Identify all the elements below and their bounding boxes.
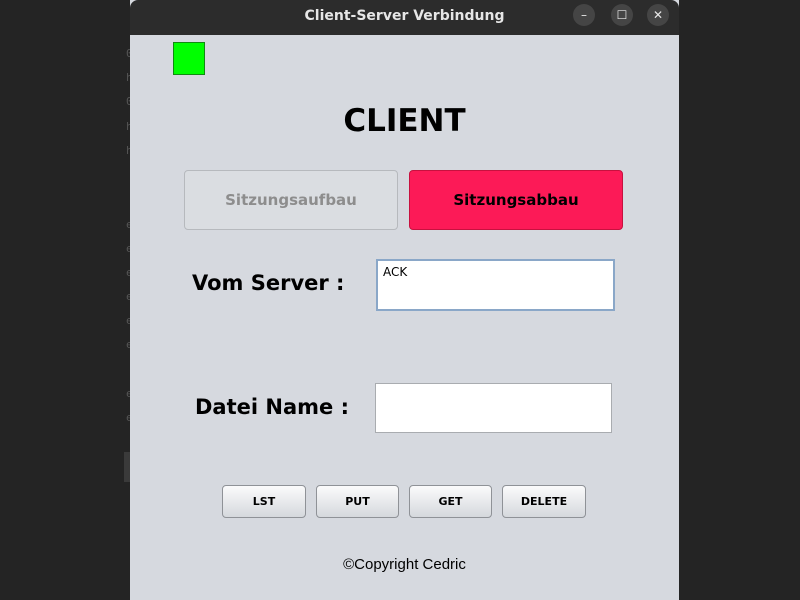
page-title: CLIENT (343, 103, 466, 139)
window-title: Client-Server Verbindung (304, 8, 505, 24)
lst-button[interactable]: LST (222, 485, 306, 518)
file-name-input[interactable] (375, 383, 612, 433)
connect-session-button[interactable]: Sitzungsaufbau (184, 170, 398, 230)
server-response-field[interactable]: ACK (376, 259, 615, 311)
delete-button[interactable]: DELETE (502, 485, 586, 518)
title-bar[interactable]: Client-Server Verbindung – ☐ ✕ (130, 0, 679, 35)
client-window: Client-Server Verbindung – ☐ ✕ CLIENT Si… (130, 0, 679, 600)
get-button[interactable]: GET (409, 485, 492, 518)
put-button[interactable]: PUT (316, 485, 399, 518)
connection-status-indicator (173, 42, 205, 75)
file-name-label: Datei Name : (195, 395, 349, 419)
disconnect-session-button[interactable]: Sitzungsabbau (409, 170, 623, 230)
close-button[interactable]: ✕ (647, 4, 669, 26)
copyright-footer: ©Copyright Cedric (343, 556, 466, 573)
server-response-label: Vom Server : (192, 271, 345, 295)
minimize-button[interactable]: – (573, 4, 595, 26)
maximize-button[interactable]: ☐ (611, 4, 633, 26)
